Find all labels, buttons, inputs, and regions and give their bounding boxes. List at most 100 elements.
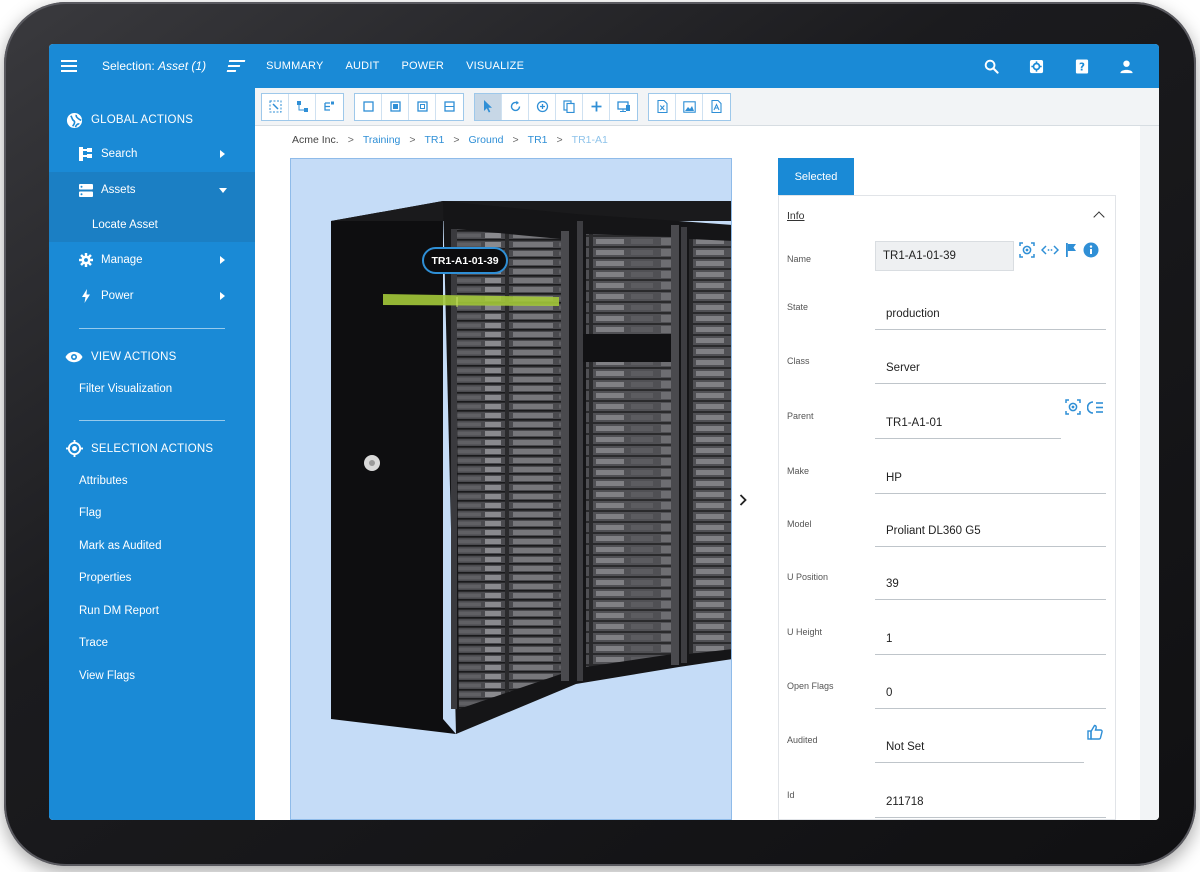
breadcrumb: Acme Inc. > Training > TR1 > Ground > TR1 > T… [292, 134, 608, 146]
chevron-right-icon[interactable] [738, 493, 748, 507]
thumbs-up-icon[interactable] [1087, 724, 1103, 740]
list-detail-icon[interactable] [1087, 400, 1104, 414]
audited-tools [1087, 724, 1109, 740]
nav-power[interactable]: POWER [402, 60, 445, 72]
3d-viewport[interactable]: TR1-A1-01-39 [290, 158, 732, 820]
field-audited: Audited Not Set [779, 724, 1115, 789]
sidebar-item-manage[interactable]: Manage [49, 242, 255, 278]
rack-visualization[interactable] [291, 159, 732, 820]
sidebar-item-run-dm-report[interactable]: Run DM Report [49, 595, 255, 628]
target-icon [65, 440, 83, 458]
chevron-right-icon [220, 150, 225, 158]
locate-icon[interactable] [1019, 242, 1035, 258]
export-excel-icon[interactable] [649, 93, 676, 120]
chevron-right-icon [220, 256, 225, 264]
content-area: Acme Inc. > Training > TR1 > Ground > TR1 > T… [255, 126, 1159, 820]
parent-tools [1065, 399, 1110, 415]
breadcrumb-item[interactable]: Acme Inc. [292, 134, 339, 146]
field-state: State production [779, 302, 1115, 356]
menu-button[interactable] [49, 44, 89, 88]
nav-visualize[interactable]: VISUALIZE [466, 60, 524, 72]
u-height-input[interactable]: 1 [875, 621, 1106, 655]
chevron-right-icon [220, 292, 225, 300]
sidebar-item-assets[interactable]: Assets [49, 172, 255, 208]
name-input[interactable]: TR1-A1-01-39 [875, 241, 1014, 271]
view-outline-icon[interactable] [355, 93, 382, 120]
info-panel: Info Name TR1-A1-01-39 State production … [778, 195, 1116, 820]
selected-asset-tag[interactable]: TR1-A1-01-39 [422, 247, 508, 274]
app-screen: Selection: Asset (1) SUMMARY AUDIT POWER… [49, 44, 1159, 820]
content-panel: Acme Inc. > Training > TR1 > Ground > TR1 > T… [255, 126, 1140, 820]
sidebar-item-mark-as-audited[interactable]: Mark as Audited [49, 530, 255, 563]
class-input[interactable]: Server [875, 350, 1106, 384]
breadcrumb-item[interactable]: TR1 [425, 134, 445, 146]
view-frame-icon[interactable] [436, 94, 463, 120]
plus-icon[interactable] [583, 93, 610, 120]
view-solid-icon[interactable] [382, 93, 409, 120]
field-open-flags: Open Flags 0 [779, 681, 1115, 735]
selection-prefix: Selection: [102, 59, 155, 73]
eye-icon [65, 348, 83, 366]
globe-icon [65, 111, 83, 129]
view-inner-icon[interactable] [409, 93, 436, 120]
locate-icon[interactable] [1065, 399, 1081, 415]
code-icon[interactable] [1041, 244, 1059, 256]
bolt-icon [79, 289, 93, 303]
monitor-icon[interactable] [610, 94, 637, 120]
select-branch-icon[interactable] [316, 94, 343, 120]
model-input[interactable]: Proliant DL360 G5 [875, 513, 1106, 547]
sidebar-divider [79, 419, 225, 421]
export-pdf-icon[interactable] [703, 94, 730, 120]
breadcrumb-item: TR1-A1 [571, 134, 608, 146]
sidebar-item-trace[interactable]: Trace [49, 627, 255, 660]
id-input[interactable]: 211718 [875, 784, 1106, 818]
make-input[interactable]: HP [875, 460, 1106, 494]
help-icon[interactable]: ? [1059, 44, 1104, 88]
settings-icon[interactable] [1014, 44, 1059, 88]
toolbar-group-select [261, 92, 344, 121]
toolbar-group-view [354, 92, 464, 121]
zoom-icon[interactable] [529, 93, 556, 120]
field-model: Model Proliant DL360 G5 [779, 519, 1115, 573]
selection-label: Selection: Asset (1) [102, 59, 206, 73]
sidebar-item-properties[interactable]: Properties [49, 562, 255, 595]
field-u-position: U Position 39 [779, 572, 1115, 626]
info-section-header[interactable]: Info [787, 210, 805, 222]
export-image-icon[interactable] [676, 93, 703, 120]
toolbar-group-export [648, 92, 731, 121]
info-icon[interactable] [1083, 242, 1099, 258]
flag-icon[interactable] [1065, 243, 1077, 257]
copy-icon[interactable] [556, 93, 583, 120]
sidebar-item-filter-visualization[interactable]: Filter Visualization [49, 373, 255, 406]
sidebar-item-power[interactable]: Power [49, 278, 255, 314]
global-actions-header: GLOBAL ACTIONS [49, 104, 255, 136]
sidebar-item-search[interactable]: Search [49, 136, 255, 172]
field-parent: Parent TR1-A1-01 [779, 399, 1115, 465]
search-icon[interactable] [969, 44, 1014, 88]
name-tools [1019, 242, 1105, 258]
selection-value: Asset (1) [158, 59, 207, 73]
sidebar-item-view-flags[interactable]: View Flags [49, 660, 255, 693]
sidebar-item-flag[interactable]: Flag [49, 497, 255, 530]
u-position-input[interactable]: 39 [875, 566, 1106, 600]
server-icon [79, 183, 93, 197]
pointer-icon[interactable] [475, 93, 502, 120]
sidebar-item-attributes[interactable]: Attributes [49, 465, 255, 498]
breadcrumb-item[interactable]: TR1 [528, 134, 548, 146]
state-input[interactable]: production [875, 296, 1106, 330]
select-box-icon[interactable] [262, 93, 289, 120]
nav-audit[interactable]: AUDIT [346, 60, 380, 72]
audited-input[interactable]: Not Set [875, 729, 1084, 763]
parent-input[interactable]: TR1-A1-01 [875, 405, 1061, 439]
tab-selected[interactable]: Selected [778, 158, 854, 195]
list-icon[interactable] [226, 60, 246, 72]
nav-summary[interactable]: SUMMARY [266, 60, 323, 72]
breadcrumb-item[interactable]: Ground [469, 134, 504, 146]
select-tree-icon[interactable] [289, 93, 316, 120]
user-icon[interactable] [1104, 44, 1149, 88]
rotate-icon[interactable] [502, 93, 529, 120]
chevron-up-icon[interactable] [1093, 211, 1105, 223]
sidebar-item-locate-asset[interactable]: Locate Asset [49, 208, 255, 242]
open-flags-input[interactable]: 0 [875, 675, 1106, 709]
breadcrumb-item[interactable]: Training [363, 134, 401, 146]
